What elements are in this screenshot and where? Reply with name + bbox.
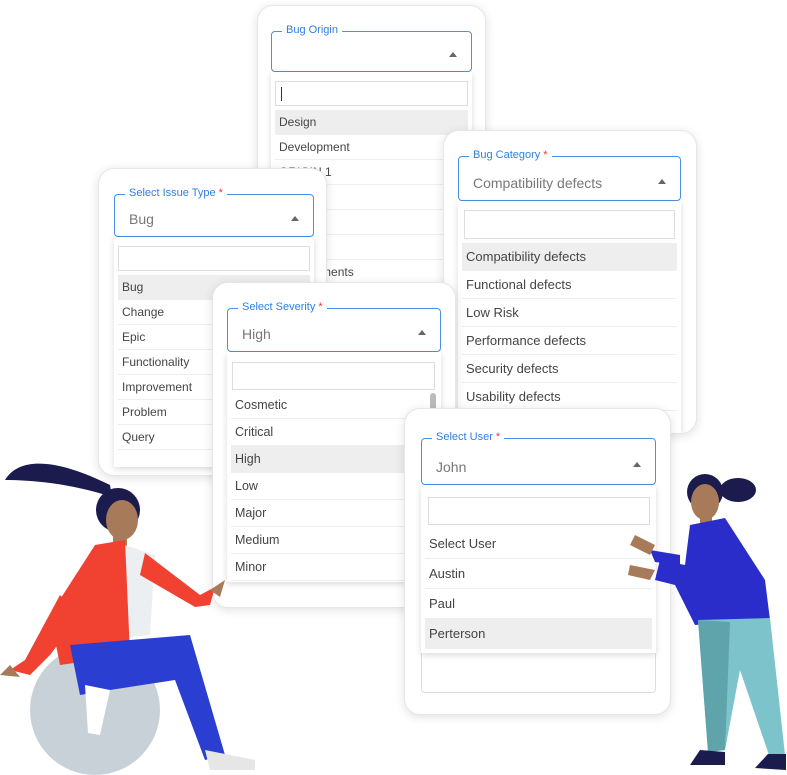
bug-category-option[interactable]: Security defects	[462, 355, 677, 383]
issue-type-select[interactable]: Select Issue Type * Bug	[114, 187, 314, 237]
bug-category-option[interactable]: Low Risk	[462, 299, 677, 327]
issue-type-label: Select Issue Type	[129, 187, 216, 199]
bug-category-option[interactable]: Performance defects	[462, 327, 677, 355]
caret-up-icon	[658, 178, 666, 184]
bug-category-option[interactable]: Usability defects	[462, 383, 677, 411]
bug-category-label: Bug Category	[473, 149, 541, 161]
severity-value: High	[242, 326, 271, 342]
bug-category-dropdown: Compatibility defects Functional defects L…	[458, 201, 681, 433]
bug-category-option[interactable]: Functional defects	[462, 271, 677, 299]
bug-category-value: Compatibility defects	[473, 175, 603, 191]
caret-up-icon	[633, 461, 641, 467]
user-option[interactable]: Austin	[425, 559, 652, 589]
caret-up-icon	[291, 215, 299, 221]
severity-label: Select Severity	[242, 301, 316, 313]
bug-origin-search-input[interactable]	[275, 81, 468, 106]
user-option[interactable]: Paul	[425, 589, 652, 619]
severity-search-input[interactable]	[232, 362, 435, 390]
bug-origin-option[interactable]: Design	[275, 110, 468, 135]
caret-up-icon	[449, 51, 457, 57]
bug-category-select[interactable]: Bug Category * Compatibility defects	[458, 149, 681, 201]
issue-type-value: Bug	[129, 211, 154, 227]
woman-standing-illustration	[628, 474, 786, 770]
bug-category-option[interactable]: Compatibility defects	[462, 243, 677, 271]
severity-select[interactable]: Select Severity * High	[227, 301, 441, 352]
bug-origin-label: Bug Origin	[282, 24, 342, 36]
caret-up-icon	[418, 330, 426, 335]
bug-category-card: Bug Category * Compatibility defects Comp…	[443, 130, 697, 434]
bug-category-search-input[interactable]	[464, 210, 675, 239]
user-option[interactable]: Select User	[425, 529, 652, 559]
woman-on-ball-illustration	[0, 463, 255, 775]
bug-origin-select[interactable]: Bug Origin	[271, 24, 472, 72]
user-search-input[interactable]	[428, 497, 650, 525]
issue-type-search-input[interactable]	[118, 246, 310, 271]
bug-origin-option[interactable]: Development	[275, 135, 468, 160]
user-label: Select User	[436, 431, 493, 443]
user-value: John	[436, 459, 467, 475]
user-option[interactable]: Perterson	[425, 619, 652, 649]
